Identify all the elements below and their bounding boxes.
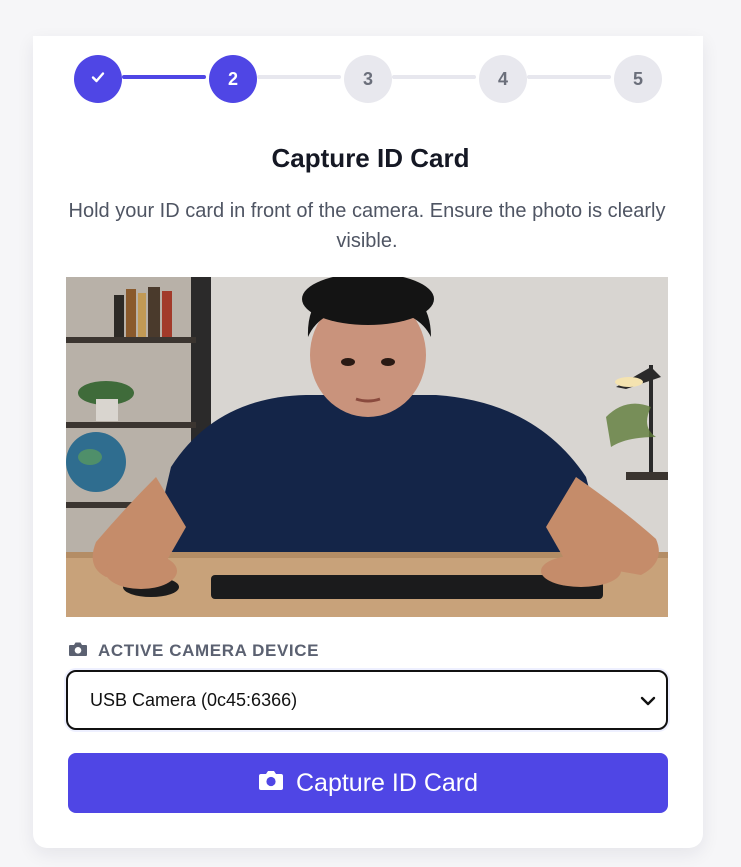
camera-device-select[interactable]: USB Camera (0c45:6366) (66, 670, 668, 730)
progress-stepper: 2 3 4 5 (0, 0, 741, 110)
step-connector-3-4 (392, 75, 476, 79)
step-number: 5 (632, 68, 643, 89)
camera-preview (66, 277, 668, 617)
chevron-down-icon (640, 690, 656, 711)
step-number: 2 (227, 68, 238, 89)
check-icon (89, 68, 107, 91)
camera-icon (68, 641, 88, 662)
selected-camera-device: USB Camera (0c45:6366) (90, 689, 298, 710)
step-connector-4-5 (527, 75, 611, 79)
instruction-text: Hold your ID card in front of the camera… (68, 200, 666, 252)
step-number: 4 (497, 68, 508, 89)
step-5: 5 (614, 55, 662, 103)
step-1-completed (74, 55, 122, 103)
step-connector-2-3 (257, 75, 341, 79)
step-2-current: 2 (209, 55, 257, 103)
step-number: 3 (362, 68, 373, 89)
camera-device-label-row: ACTIVE CAMERA DEVICE (68, 640, 319, 662)
step-4: 4 (479, 55, 527, 103)
step-3: 3 (344, 55, 392, 103)
capture-id-card-button[interactable]: Capture ID Card (68, 753, 668, 813)
page-title: Capture ID Card (271, 143, 470, 173)
step-connector-1-2 (122, 75, 206, 79)
capture-button-label: Capture ID Card (295, 768, 479, 797)
camera-icon (258, 769, 284, 798)
camera-device-label: ACTIVE CAMERA DEVICE (98, 641, 320, 660)
camera-feed-image (66, 277, 668, 617)
